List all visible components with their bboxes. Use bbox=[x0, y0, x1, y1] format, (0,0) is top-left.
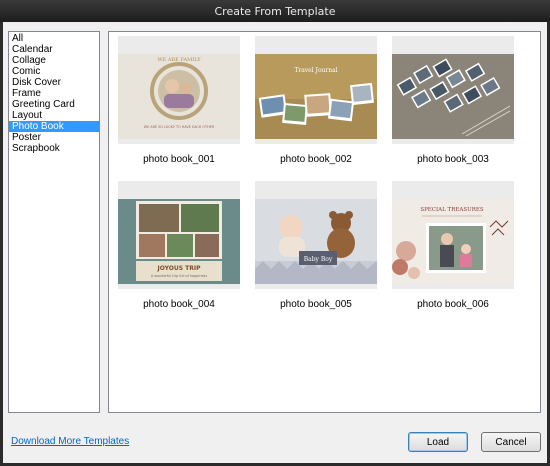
template-tile[interactable]: Travel Journal photo book_002 bbox=[255, 36, 377, 165]
category-item-greeting-card[interactable]: Greeting Card bbox=[9, 99, 99, 110]
template-name: photo book_006 bbox=[417, 299, 489, 310]
category-item-frame[interactable]: Frame bbox=[9, 88, 99, 99]
thumbnail-image: WE ARE SO LUCKY TO HAVE EACH OTHER WE AR… bbox=[118, 54, 240, 139]
dialog-body: All Calendar Collage Comic Disk Cover Fr… bbox=[3, 22, 547, 463]
art-caption: WE ARE SO LUCKY TO HAVE EACH OTHER bbox=[144, 125, 215, 129]
template-thumbnail[interactable]: WE ARE SO LUCKY TO HAVE EACH OTHER WE AR… bbox=[118, 36, 240, 144]
category-item-calendar[interactable]: Calendar bbox=[9, 44, 99, 55]
download-more-templates-link[interactable]: Download More Templates bbox=[11, 436, 129, 447]
cancel-button[interactable]: Cancel bbox=[481, 432, 541, 452]
load-button[interactable]: Load bbox=[408, 432, 468, 452]
thumbnail-image: Travel Journal bbox=[255, 54, 377, 139]
template-name: photo book_005 bbox=[280, 299, 352, 310]
template-thumbnail[interactable]: SPECIAL TREASURES bbox=[392, 181, 514, 289]
baby-boy-art: Baby Boy bbox=[255, 199, 377, 284]
art-caption: A wonderful trip full of happiness bbox=[151, 274, 207, 278]
thumbnail-image: Baby Boy bbox=[255, 199, 377, 284]
template-thumbnail[interactable] bbox=[392, 36, 514, 144]
category-item-comic[interactable]: Comic bbox=[9, 66, 99, 77]
art-title: JOYOUS TRIP bbox=[157, 265, 202, 272]
art-title: Travel Journal bbox=[294, 67, 337, 74]
category-item-collage[interactable]: Collage bbox=[9, 55, 99, 66]
photo-collage-art bbox=[392, 54, 514, 139]
category-item-disk-cover[interactable]: Disk Cover bbox=[9, 77, 99, 88]
art-title: WE ARE FAMILY bbox=[157, 57, 201, 63]
thumbnail-image: SPECIAL TREASURES bbox=[392, 199, 514, 284]
template-tile[interactable]: photo book_003 bbox=[392, 36, 514, 165]
thumbnail-image bbox=[392, 54, 514, 139]
window-title: Create From Template bbox=[214, 4, 336, 18]
template-name: photo book_001 bbox=[143, 154, 215, 165]
category-item-all[interactable]: All bbox=[9, 33, 99, 44]
template-tile[interactable]: Baby Boy photo book_005 bbox=[255, 181, 377, 310]
window-titlebar: Create From Template bbox=[0, 0, 550, 22]
category-item-poster[interactable]: Poster bbox=[9, 132, 99, 143]
template-gallery: WE ARE SO LUCKY TO HAVE EACH OTHER WE AR… bbox=[108, 31, 541, 413]
template-thumbnail[interactable]: JOYOUS TRIP A wonderful trip full of hap… bbox=[118, 181, 240, 289]
template-thumbnail[interactable]: Travel Journal bbox=[255, 36, 377, 144]
template-tile[interactable]: WE ARE SO LUCKY TO HAVE EACH OTHER WE AR… bbox=[118, 36, 240, 165]
art-title: SPECIAL TREASURES bbox=[420, 207, 484, 213]
category-item-photo-book[interactable]: Photo Book bbox=[9, 121, 99, 132]
template-name: photo book_003 bbox=[417, 154, 489, 165]
template-tile[interactable]: SPECIAL TREASURES photo book_006 bbox=[392, 181, 514, 310]
template-tile[interactable]: JOYOUS TRIP A wonderful trip full of hap… bbox=[118, 181, 240, 310]
travel-journal-art: Travel Journal bbox=[255, 54, 377, 139]
category-list[interactable]: All Calendar Collage Comic Disk Cover Fr… bbox=[8, 31, 100, 413]
category-item-scrapbook[interactable]: Scrapbook bbox=[9, 143, 99, 154]
template-name: photo book_004 bbox=[143, 299, 215, 310]
template-thumbnail[interactable]: Baby Boy bbox=[255, 181, 377, 289]
joyous-trip-art: JOYOUS TRIP A wonderful trip full of hap… bbox=[118, 199, 240, 284]
family-book-art: WE ARE SO LUCKY TO HAVE EACH OTHER WE AR… bbox=[118, 54, 240, 139]
thumbnail-image: JOYOUS TRIP A wonderful trip full of hap… bbox=[118, 199, 240, 284]
art-title: Baby Boy bbox=[304, 256, 333, 263]
category-item-layout[interactable]: Layout bbox=[9, 110, 99, 121]
template-name: photo book_002 bbox=[280, 154, 352, 165]
special-treasures-art: SPECIAL TREASURES bbox=[392, 199, 514, 284]
